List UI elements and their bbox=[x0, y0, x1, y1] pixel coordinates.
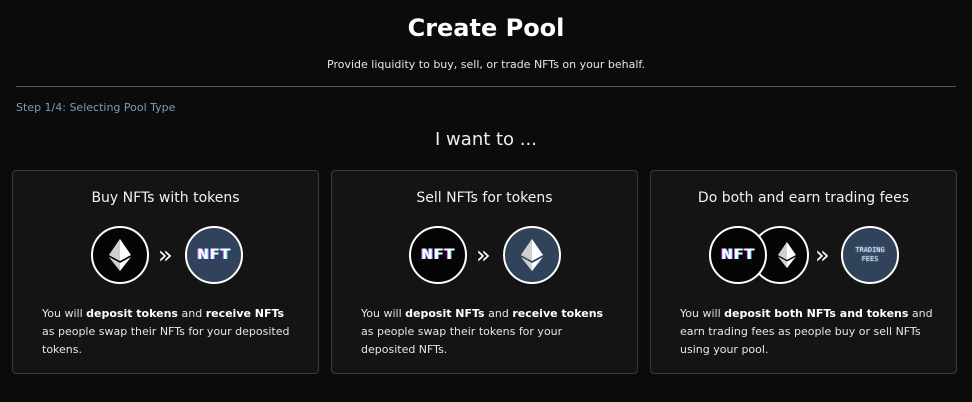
chevrons-right-icon: » bbox=[476, 241, 491, 269]
page-title: Create Pool bbox=[407, 14, 565, 42]
pool-type-card-trade[interactable]: Do both and earn trading fees NFT » TRAD… bbox=[650, 170, 957, 374]
step-indicator: Step 1/4: Selecting Pool Type bbox=[16, 101, 176, 114]
trading-fees-icon: TRADING FEES bbox=[841, 226, 899, 284]
card-description: You will deposit both NFTs and tokens an… bbox=[680, 307, 933, 356]
section-heading: I want to ... bbox=[435, 129, 537, 150]
pool-type-card-sell[interactable]: Sell NFTs for tokens NFT » You will depo… bbox=[331, 170, 638, 374]
nft-badge-icon: NFT bbox=[409, 226, 467, 284]
pool-type-card-buy[interactable]: Buy NFTs with tokens » NFT You will depo… bbox=[12, 170, 319, 374]
card-description: You will deposit NFTs and receive tokens… bbox=[361, 307, 604, 356]
nft-badge-icon: NFT bbox=[185, 226, 243, 284]
card-icons: NFT » bbox=[332, 226, 637, 288]
chevrons-right-icon: » bbox=[158, 241, 173, 269]
card-title: Buy NFTs with tokens bbox=[91, 190, 240, 206]
ethereum-icon bbox=[503, 226, 561, 284]
header-divider bbox=[16, 86, 956, 87]
card-title: Do both and earn trading fees bbox=[697, 190, 910, 206]
chevrons-right-icon: » bbox=[815, 241, 830, 269]
card-icons: NFT » TRADING FEES bbox=[651, 226, 956, 288]
create-pool-page: Create Pool Provide liquidity to buy, se… bbox=[0, 0, 972, 402]
page-subtitle: Provide liquidity to buy, sell, or trade… bbox=[327, 58, 645, 71]
card-title: Sell NFTs for tokens bbox=[416, 190, 553, 206]
card-description: You will deposit tokens and receive NFTs… bbox=[42, 307, 290, 356]
ethereum-icon bbox=[91, 226, 149, 284]
card-icons: » NFT bbox=[13, 226, 318, 288]
nft-badge-icon: NFT bbox=[709, 226, 767, 284]
